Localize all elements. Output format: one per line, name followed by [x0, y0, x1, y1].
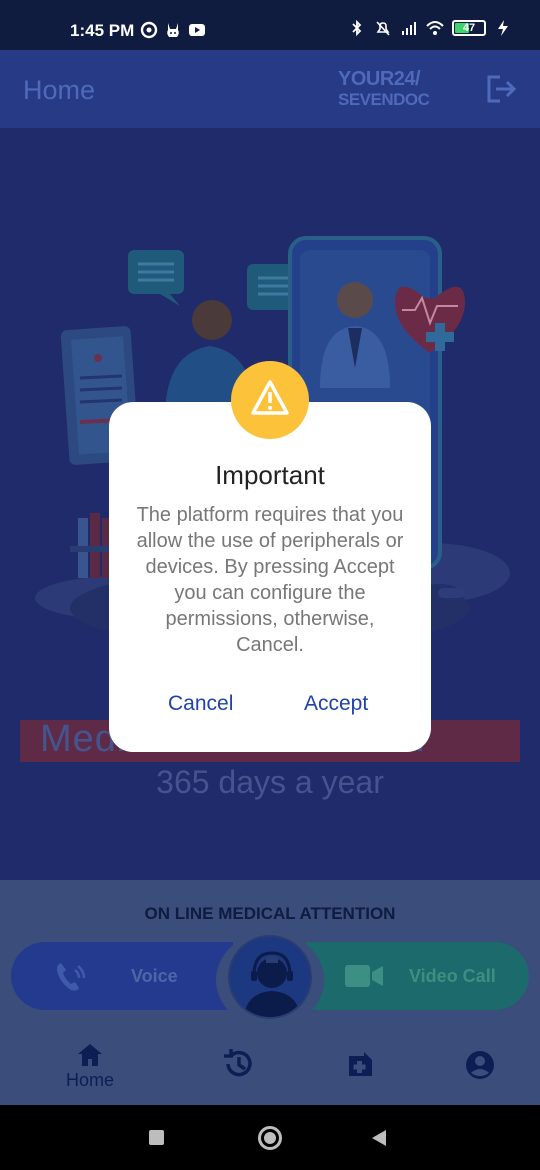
recent-apps-button[interactable] — [149, 1130, 164, 1145]
nav-medical-records[interactable] — [330, 1048, 390, 1104]
app-bar: Home YOUR24/ SEVENDOC — [0, 50, 540, 128]
system-home-button[interactable] — [258, 1126, 282, 1150]
status-right-icons: 47 — [348, 19, 512, 37]
logo-line1: YOUR24/ — [338, 68, 421, 90]
battery-icon: 47 — [452, 20, 486, 36]
cell-signal-icon — [402, 22, 416, 35]
cancel-button[interactable]: Cancel — [168, 692, 233, 716]
dialog-title: Important — [215, 460, 325, 490]
wifi-icon — [426, 21, 444, 35]
status-time: 1:45 PM — [70, 21, 135, 40]
voice-call-button[interactable]: Voice — [11, 942, 233, 1010]
permission-dialog: Important The platform requires that you… — [109, 402, 431, 752]
logout-icon[interactable] — [486, 74, 518, 104]
dialog-message: The platform requires that you allow the… — [136, 504, 404, 656]
app-logo: YOUR24/ SEVENDOC — [338, 68, 450, 112]
doctor-headset-icon — [228, 935, 312, 1019]
nav-home-label: Home — [65, 1070, 114, 1090]
nav-history[interactable] — [208, 1046, 268, 1102]
availability-subtitle: 365 days a year — [156, 764, 384, 800]
system-back-button[interactable] — [372, 1130, 386, 1146]
video-call-button[interactable]: Video Call — [306, 942, 529, 1010]
video-camera-icon — [345, 965, 383, 987]
history-icon — [224, 1049, 252, 1077]
account-icon — [466, 1051, 494, 1079]
signal-app-icon — [140, 21, 158, 39]
attention-section: ON LINE MEDICAL ATTENTION Voice Video Ca… — [0, 880, 540, 1028]
video-call-label: Video Call — [409, 966, 496, 986]
status-bar: 1:45 PM 47 — [0, 0, 540, 50]
system-navigation-bar — [0, 1105, 540, 1170]
warning-icon — [251, 380, 289, 415]
voice-label: Voice — [131, 966, 178, 986]
logo-line2: SEVENDOC — [338, 90, 430, 109]
bottom-navigation: Home — [0, 1028, 540, 1105]
phone-ringing-icon — [57, 963, 86, 991]
warning-badge — [231, 361, 309, 439]
bluetooth-icon — [352, 19, 362, 37]
nav-home[interactable]: Home — [60, 1042, 120, 1098]
mute-icon — [376, 21, 390, 36]
page-title: Home — [23, 75, 96, 105]
accept-button[interactable]: Accept — [304, 692, 368, 716]
charging-icon — [498, 20, 508, 36]
battery-level: 47 — [462, 22, 476, 34]
attention-title: ON LINE MEDICAL ATTENTION — [144, 904, 396, 923]
youtube-icon — [189, 24, 205, 36]
home-icon — [78, 1044, 102, 1066]
rabbit-icon — [167, 23, 179, 37]
status-left-icons — [140, 21, 206, 39]
nav-account[interactable] — [450, 1050, 510, 1106]
doctor-avatar[interactable] — [216, 932, 324, 1028]
medical-record-icon — [349, 1052, 372, 1076]
